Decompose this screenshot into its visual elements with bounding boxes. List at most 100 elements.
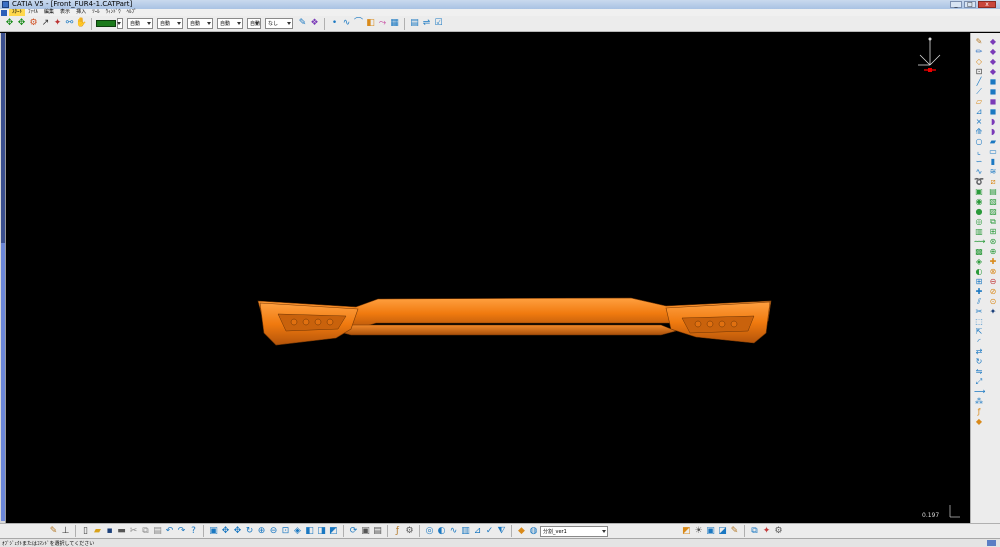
texture-icon[interactable]: ✎ — [729, 526, 740, 537]
measure-item-icon[interactable]: ⊿ — [472, 526, 483, 537]
help-icon[interactable]: ? — [188, 526, 199, 537]
datum-icon[interactable]: ◆ — [974, 417, 984, 426]
menu-view[interactable]: 表示 — [57, 9, 73, 16]
extrapolate-icon[interactable]: ⟶ — [974, 387, 985, 396]
line-type-combo[interactable]: 自動 — [187, 18, 213, 29]
pocket-icon[interactable]: ◆ — [988, 37, 998, 46]
new-icon[interactable]: ▯ — [80, 526, 91, 537]
thread-icon[interactable]: ≋ — [988, 167, 998, 176]
compass-snap-icon[interactable]: ✦ — [761, 526, 772, 537]
menu-window[interactable]: ｳｨﾝﾄﾞｳ — [103, 9, 124, 16]
boundary-icon[interactable]: ⬚ — [974, 317, 984, 326]
offset-surface-icon[interactable]: ▥ — [974, 227, 984, 236]
close-button[interactable]: x — [978, 1, 996, 8]
pan-icon[interactable]: ✥ — [4, 18, 15, 29]
spline-icon[interactable]: ⌒ — [353, 18, 364, 29]
menu-file[interactable]: ﾌｧｲﾙ — [25, 9, 41, 16]
analysis-icon[interactable]: ▤ — [409, 18, 420, 29]
painter-icon[interactable]: ✎ — [297, 18, 308, 29]
menu-help[interactable]: ﾍﾙﾌﾟ — [124, 9, 140, 16]
symmetry-icon[interactable]: ⇋ — [974, 367, 984, 376]
layer-combo[interactable]: なし — [265, 18, 293, 29]
body-icon[interactable]: ▣ — [360, 526, 371, 537]
pattern-icon[interactable]: ⁂ — [974, 397, 984, 406]
chamfer-icon[interactable]: ◗ — [988, 127, 998, 136]
document-icon[interactable] — [1, 9, 7, 16]
split-body-icon[interactable]: ⧄ — [988, 177, 998, 186]
command-input-icon[interactable] — [987, 540, 996, 546]
line-thickness-combo[interactable]: 自動 — [157, 18, 183, 29]
normal-view-icon[interactable]: ⊡ — [280, 526, 291, 537]
close-surface-icon[interactable]: ▧ — [988, 197, 998, 206]
layer-prefix-combo[interactable]: 自動 — [247, 18, 261, 29]
scene-icon[interactable]: ◪ — [717, 526, 728, 537]
catalog-icon[interactable]: ▥ — [460, 526, 471, 537]
menu-insert[interactable]: 挿入 — [73, 9, 89, 16]
geo-set-icon[interactable]: ▤ — [372, 526, 383, 537]
rect-pattern-icon[interactable]: ⊞ — [988, 227, 998, 236]
hole-icon[interactable]: ◼ — [988, 77, 998, 86]
maximize-button[interactable]: □ — [964, 1, 976, 8]
split-icon[interactable]: ⫽ — [974, 297, 984, 306]
compass-tool-icon[interactable]: ✦ — [52, 18, 63, 29]
parameters-icon[interactable]: ⚙ — [404, 526, 415, 537]
save-icon[interactable]: ▪ — [104, 526, 115, 537]
iso-view-icon[interactable]: ◈ — [292, 526, 303, 537]
cut-icon[interactable]: ✂ — [128, 526, 139, 537]
sew-surface-icon[interactable]: ▨ — [988, 207, 998, 216]
blend-icon[interactable]: ◐ — [974, 267, 984, 276]
menu-edit[interactable]: 編集 — [41, 9, 57, 16]
rib-icon[interactable]: ◼ — [988, 87, 998, 96]
compass-icon[interactable] — [910, 35, 950, 75]
fill-icon[interactable]: ▦ — [389, 18, 400, 29]
redo-icon[interactable]: ↷ — [176, 526, 187, 537]
sweep-icon[interactable]: ⤳ — [377, 18, 388, 29]
sketch-analysis-icon[interactable]: ✓ — [484, 526, 495, 537]
measure-icon[interactable]: ⊡ — [974, 67, 984, 76]
minimize-button[interactable]: _ — [950, 1, 962, 8]
fit-all-icon[interactable]: ✥ — [220, 526, 231, 537]
select-set-icon[interactable]: ◍ — [528, 526, 539, 537]
mirror-icon[interactable]: ⧉ — [988, 217, 998, 226]
shaft-icon[interactable]: ◆ — [988, 57, 998, 66]
open-icon[interactable]: ▰ — [92, 526, 103, 537]
zoom-in-icon[interactable]: ⊕ — [256, 526, 267, 537]
connect-icon[interactable]: ⇌ — [421, 18, 432, 29]
intersection-icon[interactable]: ⨯ — [974, 117, 984, 126]
add-body-icon[interactable]: ✚ — [988, 257, 998, 266]
current-body-combo[interactable]: 分割_ver1 — [540, 525, 608, 537]
user-pattern-icon[interactable]: ⊕ — [988, 247, 998, 256]
join-icon[interactable]: ⊞ — [974, 277, 984, 286]
settings-icon[interactable]: ⚙ — [773, 526, 784, 537]
edge-fillet-icon[interactable]: ◗ — [988, 117, 998, 126]
curvature-icon[interactable]: ∿ — [448, 526, 459, 537]
scrollbar-thumb[interactable] — [1, 243, 5, 521]
extrude-icon[interactable]: ▣ — [974, 187, 984, 196]
fly-mode-icon[interactable]: ▣ — [208, 526, 219, 537]
geometry-viewport[interactable]: 0.197 — [6, 33, 970, 523]
circ-pattern-icon[interactable]: ⊛ — [988, 237, 998, 246]
formula-icon[interactable]: ƒ — [392, 526, 403, 537]
thickness-icon[interactable]: ▮ — [988, 157, 998, 166]
properties-icon[interactable]: ❖ — [309, 18, 320, 29]
trim-icon[interactable]: ✂ — [974, 307, 984, 316]
groove-icon[interactable]: ◆ — [988, 67, 998, 76]
sketch-icon[interactable]: ✏ — [974, 47, 984, 56]
law-icon[interactable]: ƒ — [974, 407, 984, 416]
sweep-surface-icon[interactable]: ⟿ — [974, 237, 985, 246]
shell-icon[interactable]: ▭ — [988, 147, 998, 156]
copy-icon[interactable]: ⧉ — [140, 526, 151, 537]
paste-icon[interactable]: ▤ — [152, 526, 163, 537]
assemble-icon[interactable]: ⊗ — [988, 267, 998, 276]
menu-tools[interactable]: ﾂｰﾙ — [89, 9, 103, 16]
scale-icon[interactable]: ⤢ — [974, 377, 984, 386]
print-icon[interactable]: ▬ — [116, 526, 127, 537]
swap-visible-icon[interactable]: ◩ — [328, 526, 339, 537]
apply-material-icon[interactable]: ▣ — [705, 526, 716, 537]
axis-system-icon[interactable]: ⊥ — [60, 526, 71, 537]
link-icon[interactable]: ⚯ — [64, 18, 75, 29]
color-swatch[interactable] — [96, 20, 116, 27]
transparency-combo[interactable]: 自動 — [127, 18, 153, 29]
sketcher-icon[interactable]: ✎ — [974, 37, 984, 46]
hand-icon[interactable]: ✋ — [76, 18, 87, 29]
